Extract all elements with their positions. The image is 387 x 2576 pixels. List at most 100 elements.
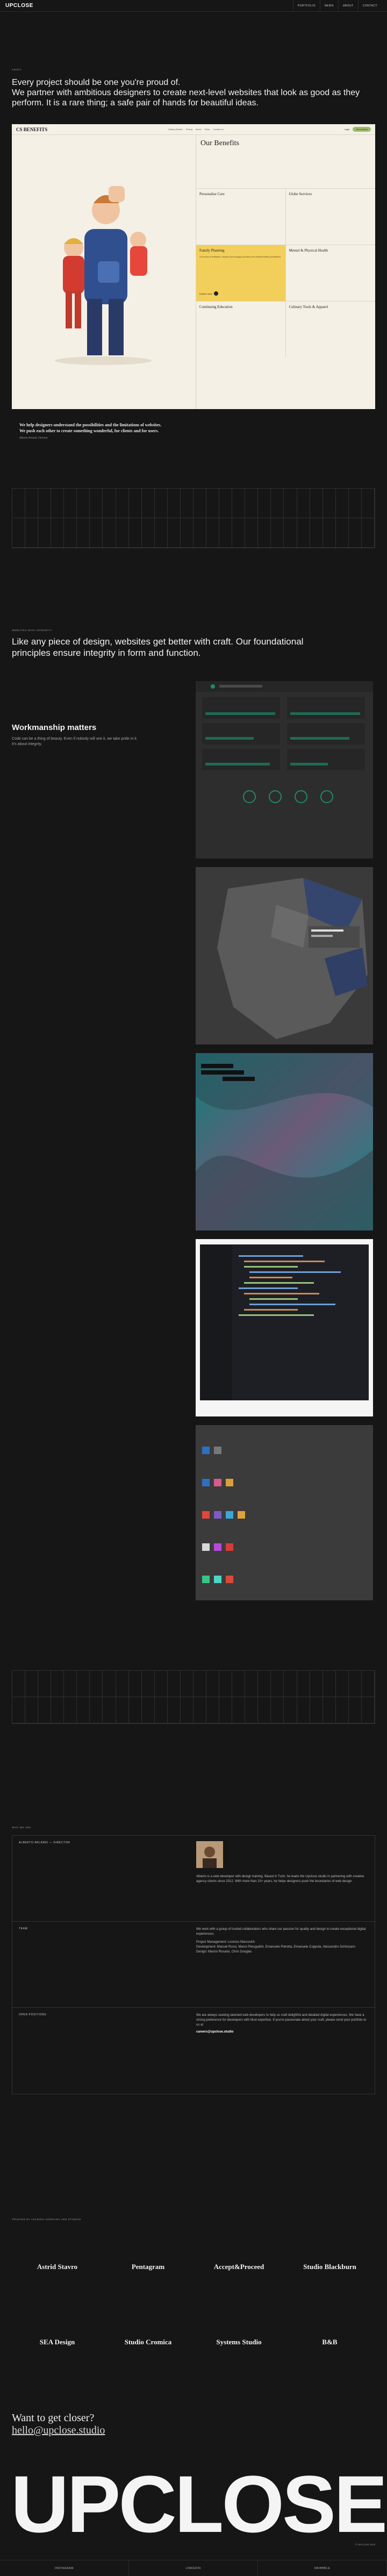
- workmanship-title: Workmanship matters: [12, 723, 97, 732]
- grid-cell: [180, 518, 194, 548]
- grid-cell: [310, 1671, 323, 1697]
- tech-logos-screenshot: [196, 1425, 373, 1600]
- grid-cell: [38, 1697, 52, 1723]
- grid-cell: [297, 1671, 310, 1697]
- workmanship-section: Workmanship matters Code can be a thing …: [0, 681, 387, 1600]
- grid-cell: [90, 489, 103, 518]
- grid-cell: [245, 489, 259, 518]
- benefit-cell[interactable]: Personalise Care: [196, 189, 286, 245]
- site-logo[interactable]: UPCLOSE: [5, 3, 33, 9]
- arrow-circle-icon: [213, 291, 218, 296]
- benefit-cell[interactable]: Culinary Tools & Apparel: [286, 302, 376, 358]
- footer-link-linkedin[interactable]: LINKEDIN: [129, 2560, 258, 2576]
- trusted-eyebrow: TRUSTED BY LEADING AGENCIES AND STUDIOS: [12, 2218, 81, 2221]
- grid-cell: [219, 489, 233, 518]
- grid-cell: [348, 1697, 362, 1723]
- grid-cell: [25, 518, 39, 548]
- preview-header: CS BENEFITS Getting Started Pricing Abou…: [12, 124, 375, 135]
- benefits-cells: Personalise Care Globe Services Family P…: [196, 189, 375, 358]
- contact-email-link[interactable]: hello@upclose.studio: [12, 2424, 105, 2436]
- client-name: SEA Design: [39, 2338, 75, 2346]
- careers-email-link[interactable]: careers@upclose.studio: [196, 2030, 234, 2034]
- grid-cell: [348, 518, 362, 548]
- client-name: Studio Blackburn: [303, 2263, 356, 2271]
- row-text: We work with a group of trusted collabor…: [196, 1928, 366, 1936]
- row-content: We work with a group of trusted collabor…: [196, 1927, 368, 2002]
- grid-cell: [103, 1697, 116, 1723]
- nav-link-about[interactable]: ABOUT: [338, 0, 358, 12]
- grid-cell: [297, 489, 310, 518]
- grid-cell: [232, 1697, 246, 1723]
- grid-cell: [258, 1671, 271, 1697]
- dashboard-screenshot: [196, 681, 373, 858]
- row-label: ALBERTO ARLANDI — DIRECTOR: [19, 1841, 70, 1844]
- footer-wordmark: UPCLOSE: [11, 2459, 387, 2549]
- grid-cell: [206, 489, 220, 518]
- row-text: We are always seeking talented web devel…: [196, 2014, 367, 2027]
- decorative-grid: [12, 1670, 375, 1724]
- client-name: B&B: [322, 2338, 338, 2346]
- benefit-cell-highlighted[interactable]: Family Planning Get access to fertilisat…: [196, 245, 286, 302]
- team-row-positions: OPEN POSITIONS We are always seeking tal…: [12, 2008, 375, 2094]
- grid-cell: [12, 489, 26, 518]
- grid-cell: [297, 1697, 310, 1723]
- grid-cell: [51, 489, 64, 518]
- grid-cell: [116, 518, 129, 548]
- explore-more-label: Explore more: [199, 292, 212, 295]
- benefit-cell[interactable]: Mental & Physical Health: [285, 245, 375, 302]
- quote-text: We help designers understand the possibi…: [19, 423, 162, 433]
- row-content: We are always seeking talented web devel…: [196, 2013, 368, 2088]
- grid-cell: [154, 1671, 168, 1697]
- grid-cell: [167, 1697, 181, 1723]
- grid-cell: [335, 489, 349, 518]
- grid-cell: [116, 489, 129, 518]
- copyright-text: © UPCLOSE 2023: [355, 2543, 375, 2546]
- grid-cell: [232, 1671, 246, 1697]
- grid-cell: [310, 1697, 323, 1723]
- benefit-cell[interactable]: Continuing Education: [196, 302, 286, 358]
- footer-link-instagram[interactable]: INSTAGRAM: [0, 2560, 129, 2576]
- team-members: Project Management: Lorenzo Marcovich: [196, 1941, 255, 1944]
- grid-cell: [219, 518, 233, 548]
- map-graphic: [196, 867, 373, 1044]
- grid-cell: [206, 518, 220, 548]
- client-name: Studio Cromica: [124, 2338, 172, 2346]
- grid-cell: [245, 518, 259, 548]
- grid-cell: [12, 1671, 26, 1697]
- dashboard-graphic: [196, 681, 373, 858]
- grid-cell: [322, 1697, 336, 1723]
- benefit-label: Mental & Physical Health: [289, 248, 328, 253]
- preview-login: Login: [344, 128, 350, 131]
- grid-cell: [335, 1671, 349, 1697]
- grid-cell: [64, 1697, 77, 1723]
- about-intro: Every project should be one you're proud…: [12, 78, 360, 108]
- nav-link-contact[interactable]: CONTACT: [357, 0, 382, 12]
- grid-cell: [245, 1697, 259, 1723]
- grid-cell: [25, 1671, 39, 1697]
- grid-cell: [38, 1671, 52, 1697]
- grid-cell: [310, 489, 323, 518]
- client-name: Astrid Stavro: [37, 2263, 78, 2271]
- grid-cell: [193, 489, 207, 518]
- grid-cell: [284, 1697, 297, 1723]
- grid-cell: [206, 1697, 220, 1723]
- grid-cell: [77, 518, 90, 548]
- grid-cell: [348, 1671, 362, 1697]
- preview-logo: CS BENEFITS: [16, 126, 48, 132]
- grid-cell: [128, 1671, 142, 1697]
- grid-cell: [322, 518, 336, 548]
- grid-cell: [348, 489, 362, 518]
- decorative-grid: [12, 488, 375, 548]
- grid-cell: [297, 518, 310, 548]
- benefit-cell[interactable]: Globe Services: [285, 189, 375, 245]
- team-eyebrow: WHO WE ARE: [12, 1826, 31, 1829]
- footer-link-dribbble[interactable]: DRIBBBLE: [258, 2560, 387, 2576]
- grid-cell: [12, 518, 26, 548]
- explore-more-link[interactable]: Explore more: [199, 291, 218, 296]
- grid-cell: [245, 1671, 259, 1697]
- nav-link-portfolio[interactable]: PORTFOLIO: [292, 0, 320, 12]
- benefits-preview: CS BENEFITS Getting Started Pricing Abou…: [12, 124, 375, 409]
- nav-link-news[interactable]: NEWS: [319, 0, 338, 12]
- grid-cell: [141, 1697, 155, 1723]
- grid-cell: [141, 1671, 155, 1697]
